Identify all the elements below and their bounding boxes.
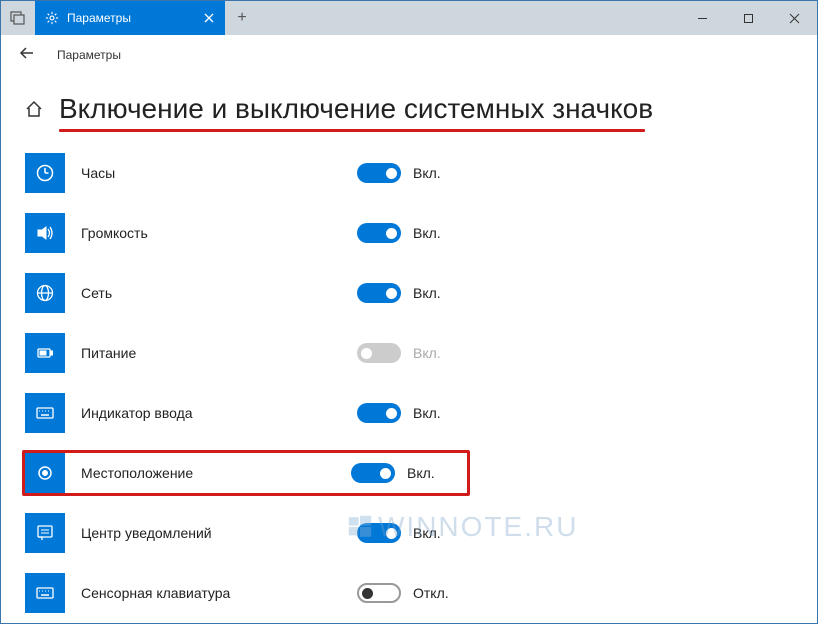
maximize-button[interactable] [725,1,771,35]
content-area: Включение и выключение системных значков… [1,75,817,616]
breadcrumb-bar: Параметры [1,35,817,75]
maximize-icon [743,13,754,24]
titlebar: Параметры + [1,1,817,35]
setting-row-power: Питание Вкл. [25,330,793,376]
settings-list: Часы Вкл. Громкость Вкл. Сеть Вкл. Питание Вкл.… [25,150,793,616]
toggle-knob [386,528,397,539]
settings-gear-icon [45,11,59,25]
toggle-wrap: Вкл. [357,403,467,423]
taskview-icon [10,10,26,26]
toggle-knob [386,168,397,179]
volume-icon [25,213,65,253]
toggle-state-label: Вкл. [413,345,441,361]
title-underline [59,129,645,132]
close-icon [204,13,214,23]
setting-row-inner: Сенсорная клавиатура Откл. [25,573,467,613]
setting-label: Сеть [81,285,357,301]
active-tab[interactable]: Параметры [35,1,225,35]
toggle-volume[interactable] [357,223,401,243]
setting-label: Громкость [81,225,357,241]
toggle-knob [361,348,372,359]
toggle-state-label: Вкл. [413,225,441,241]
setting-row-inner: Индикатор ввода Вкл. [25,393,467,433]
setting-label: Центр уведомлений [81,525,357,541]
toggle-knob [380,468,391,479]
setting-row-network: Сеть Вкл. [25,270,793,316]
toggle-wrap: Откл. [357,583,467,603]
toggle-knob [386,408,397,419]
toggle-state-label: Вкл. [413,165,441,181]
setting-row-location: Местоположение Вкл. [22,450,470,496]
setting-row-inner: Местоположение Вкл. [25,453,461,493]
toggle-clock[interactable] [357,163,401,183]
toggle-state-label: Вкл. [413,285,441,301]
setting-row-clock: Часы Вкл. [25,150,793,196]
toggle-state-label: Вкл. [413,525,441,541]
titlebar-drag-area[interactable] [259,1,679,35]
toggle-wrap: Вкл. [357,523,467,543]
minimize-button[interactable] [679,1,725,35]
setting-row-inner: Часы Вкл. [25,153,467,193]
setting-row-inner: Центр уведомлений Вкл. [25,513,467,553]
toggle-state-label: Вкл. [413,405,441,421]
window-controls [679,1,817,35]
location-icon [25,453,65,493]
toggle-wrap: Вкл. [357,163,467,183]
clock-icon [25,153,65,193]
setting-label: Часы [81,165,357,181]
arrow-left-icon [19,45,35,61]
toggle-wrap: Вкл. [351,463,461,483]
new-tab-button[interactable]: + [225,1,259,35]
setting-row-inner: Громкость Вкл. [25,213,467,253]
back-button[interactable] [19,45,35,66]
setting-row-inner: Сеть Вкл. [25,273,467,313]
toggle-power [357,343,401,363]
power-icon [25,333,65,373]
actioncenter-icon [25,513,65,553]
toggle-touchkb[interactable] [357,583,401,603]
toggle-wrap: Вкл. [357,343,467,363]
toggle-wrap: Вкл. [357,223,467,243]
toggle-state-label: Откл. [413,585,449,601]
toggle-input[interactable] [357,403,401,423]
setting-label: Питание [81,345,357,361]
home-button[interactable] [25,100,43,118]
close-icon [789,13,800,24]
touchkb-icon [25,573,65,613]
toggle-network[interactable] [357,283,401,303]
taskview-button[interactable] [1,1,35,35]
setting-row-touchkb: Сенсорная клавиатура Откл. [25,570,793,616]
input-icon [25,393,65,433]
setting-label: Сенсорная клавиатура [81,585,357,601]
setting-row-actioncenter: Центр уведомлений Вкл. [25,510,793,556]
home-icon [25,100,43,118]
toggle-knob [386,228,397,239]
toggle-location[interactable] [351,463,395,483]
toggle-actioncenter[interactable] [357,523,401,543]
toggle-knob [362,588,373,599]
heading-row: Включение и выключение системных значков [25,93,793,125]
toggle-state-label: Вкл. [407,465,435,481]
minimize-icon [697,13,708,24]
setting-row-input: Индикатор ввода Вкл. [25,390,793,436]
titlebar-left: Параметры + [1,1,259,35]
tab-close-button[interactable] [201,10,217,26]
setting-row-inner: Питание Вкл. [25,333,467,373]
page-title: Включение и выключение системных значков [59,93,653,125]
breadcrumb: Параметры [57,48,121,62]
toggle-wrap: Вкл. [357,283,467,303]
close-window-button[interactable] [771,1,817,35]
setting-label: Индикатор ввода [81,405,357,421]
tab-title: Параметры [67,11,193,25]
setting-row-volume: Громкость Вкл. [25,210,793,256]
toggle-knob [386,288,397,299]
setting-label: Местоположение [81,465,351,481]
network-icon [25,273,65,313]
